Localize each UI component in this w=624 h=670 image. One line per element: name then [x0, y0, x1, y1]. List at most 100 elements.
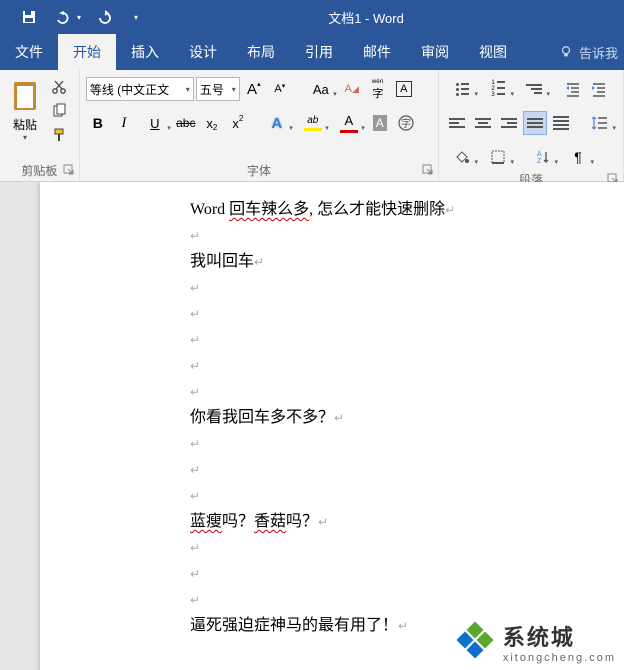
change-case-button[interactable]: Aa▾ — [304, 77, 338, 101]
italic-button[interactable]: I — [112, 111, 136, 135]
char-border-icon: A — [396, 81, 412, 97]
chevron-down-icon: ▾ — [510, 158, 514, 166]
tab-mailings[interactable]: 邮件 — [348, 34, 406, 70]
lightbulb-icon — [559, 45, 573, 59]
chevron-down-icon: ▾ — [474, 158, 478, 166]
borders-icon — [490, 149, 506, 165]
qat-customize-button[interactable]: ▾ — [124, 0, 148, 34]
copy-button[interactable] — [48, 100, 70, 121]
document-line[interactable]: ↵ — [190, 353, 570, 379]
chevron-down-icon: ▾ — [554, 158, 558, 166]
tab-references[interactable]: 引用 — [290, 34, 348, 70]
multilevel-list-button[interactable]: ▾ — [517, 77, 551, 101]
char-border-button[interactable]: A — [392, 77, 416, 101]
bold-button[interactable]: B — [86, 111, 110, 135]
dialog-launcher-icon[interactable] — [422, 164, 434, 176]
chevron-down-icon: ▾ — [510, 90, 514, 98]
borders-button[interactable]: ▾ — [481, 145, 515, 169]
chevron-down-icon: ▾ — [23, 133, 27, 142]
align-right-icon — [501, 115, 517, 131]
document-line[interactable]: ↵ — [190, 535, 570, 561]
align-justify-button[interactable] — [523, 111, 547, 135]
clear-formatting-button[interactable]: A◢ — [340, 77, 364, 101]
chevron-down-icon: ▾ — [546, 90, 550, 98]
shrink-font-button[interactable]: A▾ — [268, 77, 292, 101]
align-right-button[interactable] — [497, 111, 521, 135]
undo-icon — [53, 10, 75, 24]
document-line[interactable]: ↵ — [190, 327, 570, 353]
sort-icon: AZ — [534, 149, 550, 165]
document-line[interactable]: Word 回车辣么多, 怎么才能快速删除↵ — [190, 197, 570, 223]
grow-font-button[interactable]: A▴ — [242, 77, 266, 101]
paste-button[interactable]: 粘贴 ▾ — [4, 74, 46, 142]
document-line[interactable]: ↵ — [190, 275, 570, 301]
indent-icon — [591, 81, 607, 97]
increase-indent-button[interactable] — [587, 77, 611, 101]
scissors-icon — [51, 79, 67, 95]
tell-me-search[interactable]: 告诉我 — [559, 34, 624, 70]
shading-button[interactable]: ▾ — [445, 145, 479, 169]
document-line[interactable]: ↵ — [190, 587, 570, 613]
superscript-button[interactable]: x2 — [226, 111, 250, 135]
title-bar: ▾ ▾ 文档1 - Word — [0, 0, 624, 34]
text-effects-icon: A — [271, 115, 282, 132]
line-spacing-icon — [592, 115, 608, 131]
subscript-button[interactable]: x2 — [200, 111, 224, 135]
tab-insert[interactable]: 插入 — [116, 34, 174, 70]
dialog-launcher-icon[interactable] — [63, 164, 75, 176]
show-marks-button[interactable]: ¶▾ — [561, 145, 595, 169]
document-line[interactable]: ↵ — [190, 431, 570, 457]
bullets-button[interactable]: ▾ — [445, 77, 479, 101]
distributed-button[interactable] — [549, 111, 573, 135]
document-line[interactable]: ↵ — [190, 561, 570, 587]
page[interactable]: Word 回车辣么多, 怎么才能快速删除↵↵我叫回车↵↵↵↵↵↵你看我回车多不多… — [40, 182, 624, 670]
document-line[interactable]: ↵ — [190, 483, 570, 509]
chevron-down-icon: ▾ — [134, 13, 138, 22]
strikethrough-button[interactable]: abc — [174, 111, 198, 135]
window-title: 文档1 - Word — [148, 8, 624, 27]
cut-button[interactable] — [48, 76, 70, 97]
document-line[interactable]: ↵ — [190, 223, 570, 249]
enclose-char-button[interactable]: 字 — [394, 111, 418, 135]
document-line[interactable]: ↵ — [190, 301, 570, 327]
underline-button[interactable]: U▾ — [138, 111, 172, 135]
distributed-icon — [553, 115, 569, 131]
document-line[interactable]: 蓝瘦吗？香菇吗？↵ — [190, 509, 570, 535]
align-left-button[interactable] — [445, 111, 469, 135]
font-family-combo[interactable]: 等线 (中文正文 ▾ — [86, 77, 194, 101]
save-button[interactable] — [10, 0, 48, 34]
tab-home[interactable]: 开始 — [58, 34, 116, 70]
decrease-indent-button[interactable] — [561, 77, 585, 101]
svg-text:字: 字 — [401, 117, 411, 130]
document-line[interactable]: 你看我回车多不多？↵ — [190, 405, 570, 431]
format-painter-button[interactable] — [48, 125, 70, 146]
char-shading-button[interactable]: A — [368, 111, 392, 135]
document-line[interactable]: ↵ — [190, 379, 570, 405]
text-effects-button[interactable]: A▾ — [260, 111, 294, 135]
document-line[interactable]: 我叫回车↵ — [190, 249, 570, 275]
chevron-down-icon: ▾ — [186, 85, 190, 94]
tab-view[interactable]: 视图 — [464, 34, 522, 70]
document-area[interactable]: Word 回车辣么多, 怎么才能快速删除↵↵我叫回车↵↵↵↵↵↵你看我回车多不多… — [0, 182, 624, 670]
tab-file[interactable]: 文件 — [0, 34, 58, 70]
tab-design[interactable]: 设计 — [174, 34, 232, 70]
document-line[interactable]: ↵ — [190, 457, 570, 483]
repeat-button[interactable] — [86, 0, 124, 34]
sort-button[interactable]: AZ ▾ — [525, 145, 559, 169]
font-color-button[interactable]: A▾ — [332, 111, 366, 135]
chevron-down-icon: ▾ — [474, 90, 478, 98]
chevron-down-icon: ▾ — [590, 158, 594, 166]
chevron-down-icon: ▾ — [77, 13, 81, 22]
highlight-button[interactable]: ab▾ — [296, 111, 330, 135]
align-center-button[interactable] — [471, 111, 495, 135]
numbering-button[interactable]: 123▾ — [481, 77, 515, 101]
phonetic-guide-button[interactable]: wén字 — [366, 77, 390, 101]
undo-button[interactable]: ▾ — [48, 0, 86, 34]
tab-layout[interactable]: 布局 — [232, 34, 290, 70]
save-icon — [21, 9, 37, 25]
line-spacing-button[interactable]: ▾ — [583, 111, 617, 135]
tab-review[interactable]: 审阅 — [406, 34, 464, 70]
font-family-value: 等线 (中文正文 — [90, 81, 169, 98]
watermark-name: 系统城 — [503, 620, 616, 652]
font-size-combo[interactable]: 五号▾ — [196, 77, 240, 101]
